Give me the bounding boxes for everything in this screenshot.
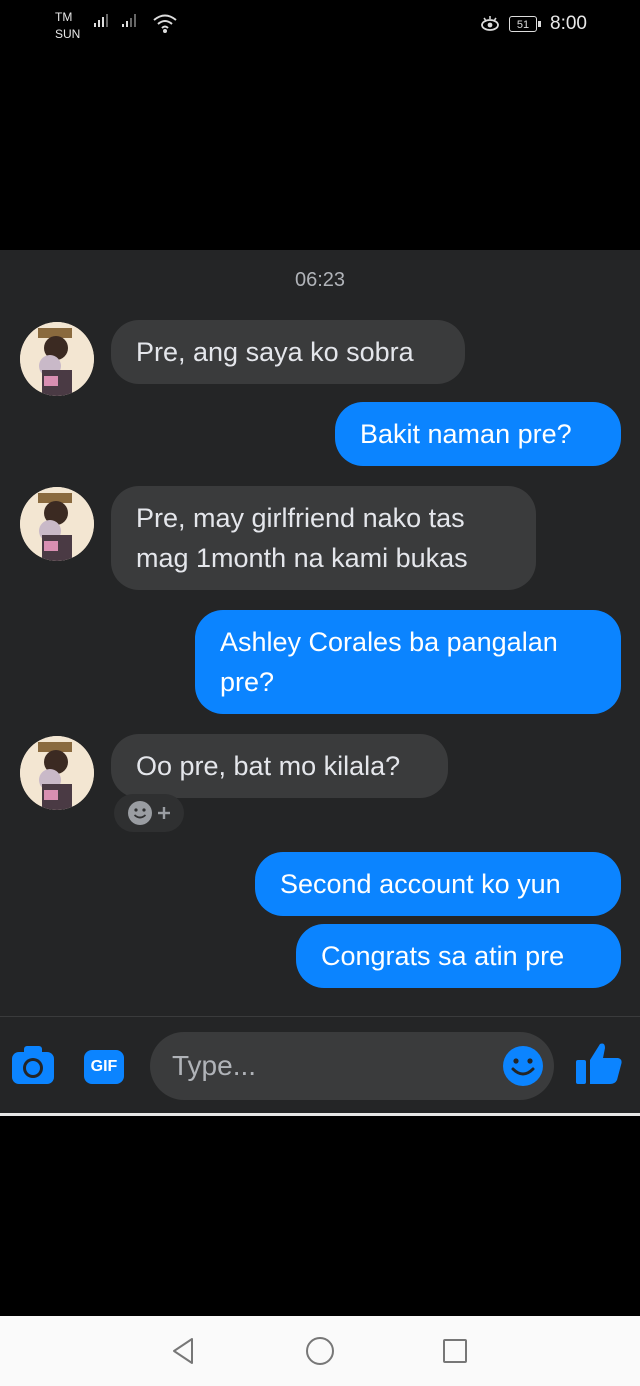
thumbs-up-icon[interactable] bbox=[574, 1040, 624, 1086]
avatar[interactable] bbox=[20, 322, 94, 396]
avatar[interactable] bbox=[20, 487, 94, 561]
message-text: Bakit naman pre? bbox=[360, 419, 572, 449]
signal-1-icon bbox=[94, 14, 108, 27]
message-input-placeholder: Type... bbox=[172, 1050, 257, 1081]
camera-icon[interactable] bbox=[10, 1044, 56, 1086]
composer-divider bbox=[0, 1016, 640, 1017]
navigation-bar bbox=[0, 1316, 640, 1386]
smiley-icon bbox=[128, 801, 152, 825]
message-text-line-2: pre? bbox=[220, 667, 275, 697]
outgoing-message[interactable]: Bakit naman pre? bbox=[335, 402, 621, 466]
battery-tip bbox=[538, 21, 541, 27]
carrier-labels: TM SUN bbox=[55, 10, 80, 41]
incoming-message[interactable]: Pre, ang saya ko sobra bbox=[111, 320, 465, 384]
chat-area[interactable]: 06:23 Pre, ang saya ko sobra Bakit naman… bbox=[0, 250, 640, 1116]
outgoing-message[interactable]: Second account ko yun bbox=[255, 852, 621, 916]
recents-icon[interactable] bbox=[442, 1338, 468, 1364]
message-text-line-1: Ashley Corales ba pangalan bbox=[220, 627, 558, 657]
gif-icon[interactable]: GIF bbox=[84, 1050, 124, 1084]
wifi-icon bbox=[153, 14, 177, 33]
message-composer: GIF Type... bbox=[0, 1016, 640, 1116]
message-text: Pre, ang saya ko sobra bbox=[136, 337, 414, 367]
status-bar: TM SUN 51 8:00 bbox=[0, 0, 640, 50]
incoming-message[interactable]: Oo pre, bat mo kilala? bbox=[111, 734, 448, 798]
message-text: Second account ko yun bbox=[280, 869, 561, 899]
plus-icon bbox=[158, 807, 170, 819]
back-icon[interactable] bbox=[170, 1336, 196, 1366]
message-input[interactable]: Type... bbox=[150, 1032, 554, 1100]
clock: 8:00 bbox=[550, 13, 587, 34]
message-text: Oo pre, bat mo kilala? bbox=[136, 751, 401, 781]
avatar[interactable] bbox=[20, 736, 94, 810]
add-reaction-button[interactable] bbox=[114, 794, 184, 832]
emoji-icon[interactable] bbox=[502, 1045, 544, 1087]
message-timestamp: 06:23 bbox=[294, 269, 346, 291]
message-text-line-1: Pre, may girlfriend nako tas bbox=[136, 503, 465, 533]
message-text-line-2: mag 1month na kami bukas bbox=[136, 543, 468, 573]
outgoing-message[interactable]: Congrats sa atin pre bbox=[296, 924, 621, 988]
carrier-2: SUN bbox=[55, 27, 81, 41]
screen-divider bbox=[0, 1113, 640, 1116]
message-text: Congrats sa atin pre bbox=[321, 941, 565, 971]
eye-comfort-icon bbox=[481, 16, 499, 31]
carrier-1: TM bbox=[55, 10, 73, 24]
outgoing-message[interactable]: Ashley Corales ba pangalan pre? bbox=[195, 610, 621, 714]
signal-2-icon bbox=[122, 14, 136, 27]
battery-icon: 51 bbox=[509, 16, 537, 32]
incoming-message[interactable]: Pre, may girlfriend nako tas mag 1month … bbox=[111, 486, 536, 590]
home-icon[interactable] bbox=[305, 1336, 335, 1366]
